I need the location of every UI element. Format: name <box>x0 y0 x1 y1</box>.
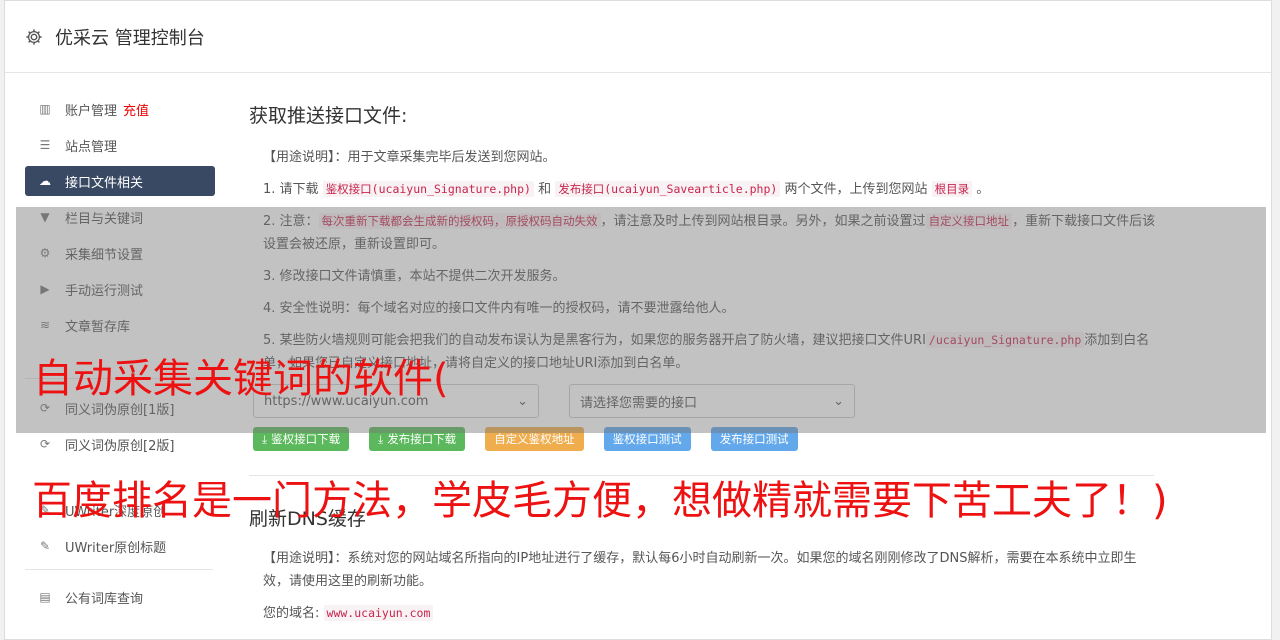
domain-label: 您的域名: <box>263 606 320 621</box>
sidebar-item-label: 公有词库查询 <box>65 591 144 607</box>
sidebar-item-label: 同义词伪原创[2版] <box>65 438 175 454</box>
refresh-icon: ⟳ <box>39 437 51 451</box>
sidebar-divider <box>25 569 213 570</box>
edit-icon: ✎ <box>39 539 51 553</box>
sidebar-item-collect-settings[interactable]: ⚙ 采集细节设置 <box>25 238 215 268</box>
usage-note: 【用途说明】：用于文章采集完毕后发送到您网站。 <box>263 146 1159 169</box>
play-icon: ▶ <box>40 282 50 296</box>
sidebar-item-uwriter-title[interactable]: ✎ UWriter原创标题 <box>25 531 215 561</box>
button-label: 发布接口测试 <box>719 432 789 446</box>
header: 优采云 管理控制台 <box>5 1 1271 73</box>
gear-icon <box>26 28 42 45</box>
sidebar-item-label: 接口文件相关 <box>65 175 144 191</box>
sidebar-item-label: 文章暂存库 <box>65 319 131 335</box>
step-2: 2. 注意： 每次重新下载都会生成新的授权码，原授权码自动失效 ，请注意及时上传到网… <box>263 210 1159 256</box>
book-icon: ▤ <box>39 590 51 604</box>
sidebar-item-api-files[interactable]: ☁ 接口文件相关 <box>25 166 215 196</box>
download-icon: ⤓ <box>378 431 384 446</box>
cloud-upload-icon: ☁ <box>39 174 51 188</box>
usage-text: ：系统对您的网站域名所指向的IP地址进行了缓存，默认每6小时自动刷新一次。如果您… <box>263 551 1137 589</box>
sidebar-item-label: 栏目与关键词 <box>65 211 144 227</box>
dns-usage-note: 【用途说明】：系统对您的网站域名所指向的IP地址进行了缓存，默认每6小时自动刷新… <box>263 547 1159 593</box>
chevron-down-icon: ⌄ <box>833 393 844 409</box>
button-row: ⤓ 鉴权接口下载 ⤓ 发布接口下载 自定义鉴权地址 鉴权接口测试 发布接口测试 <box>253 427 1159 451</box>
step-text: 1. 请下载 <box>263 182 319 197</box>
button-label: 鉴权接口下载 <box>271 432 341 446</box>
section-title-api-files: 获取推送接口文件: <box>249 105 408 127</box>
button-label: 鉴权接口测试 <box>612 432 682 446</box>
button-label: 自定义鉴权地址 <box>494 432 575 446</box>
download-icon: ⤓ <box>262 431 268 446</box>
sidebar-item-columns-keywords[interactable]: ▼ 栏目与关键词 <box>25 202 215 232</box>
step-text: 2. 注意： <box>263 214 319 229</box>
overlay-text-line1: 自动采集关键词的软件( <box>33 356 449 402</box>
sidebar-item-manual-run[interactable]: ▶ 手动运行测试 <box>25 274 215 304</box>
recharge-link[interactable]: 充值 <box>123 100 149 119</box>
sidebar-item-label: 账户管理 <box>65 103 118 119</box>
custom-auth-button[interactable]: 自定义鉴权地址 <box>485 427 584 451</box>
console-panel: 优采云 管理控制台 ▥ 账户管理 充值 ☰ 站点管理 ☁ 接口文件相关 ▼ 栏目… <box>4 0 1272 640</box>
cogs-icon: ⚙ <box>39 246 51 260</box>
step-3: 3. 修改接口文件请慎重，本站不提供二次开发服务。 <box>263 269 566 284</box>
server-icon: ☰ <box>39 138 51 152</box>
test-publish-button[interactable]: 发布接口测试 <box>710 427 798 451</box>
chevron-down-icon: ⌄ <box>517 393 528 409</box>
step-text: 两个文件，上传到您网站 <box>784 182 928 197</box>
warning-code: 每次重新下载都会生成新的授权码，原授权码自动失效 <box>318 213 601 229</box>
sidebar-item-public-dictionary[interactable]: ▤ 公有词库查询 <box>25 582 215 612</box>
usage-label: 【用途说明】 <box>263 150 335 165</box>
publish-file-code: 发布接口(ucaiyun_Savearticle.php) <box>555 181 781 197</box>
database-icon: ≋ <box>39 318 51 332</box>
sidebar-item-article-store[interactable]: ≋ 文章暂存库 <box>25 310 215 340</box>
download-publish-button[interactable]: ⤓ 发布接口下载 <box>369 427 466 451</box>
custom-api-code: 自定义接口地址 <box>925 213 1013 229</box>
step-text: 。 <box>976 182 990 197</box>
sidebar-item-label: UWriter原创标题 <box>65 540 167 556</box>
domain-value: www.ucaiyun.com <box>323 605 434 621</box>
sidebar-item-sites[interactable]: ☰ 站点管理 <box>25 130 215 160</box>
step-1: 1. 请下载 鉴权接口(ucaiyun_Signature.php) 和 发布接… <box>263 178 1159 201</box>
signature-uri-code: /ucaiyun_Signature.php <box>925 332 1085 348</box>
overlay-text-line2: 百度排名是一门方法，学皮毛方便，想做精就需要下苦工夫了！) <box>32 478 1168 524</box>
auth-file-code: 鉴权接口(ucaiyun_Signature.php) <box>322 181 534 197</box>
sidebar-item-account[interactable]: ▥ 账户管理 充值 <box>25 94 215 124</box>
usage-label: 【用途说明】 <box>263 551 335 566</box>
step-text: 和 <box>538 182 552 197</box>
button-label: 发布接口下载 <box>387 432 457 446</box>
step-4: 4. 安全性说明：每个域名对应的接口文件内有唯一的授权码，请不要泄露给他人。 <box>263 301 735 316</box>
sidebar-item-synonym-v2[interactable]: ⟳ 同义词伪原创[2版] <box>25 429 215 459</box>
sidebar-item-label: 站点管理 <box>65 139 118 155</box>
domain-row: 您的域名: www.ucaiyun.com <box>263 602 1159 625</box>
sidebar-item-label: 手动运行测试 <box>65 283 144 299</box>
api-select-placeholder: 请选择您需要的接口 <box>580 395 698 411</box>
sidebar-item-label: 采集细节设置 <box>65 247 144 263</box>
test-auth-button[interactable]: 鉴权接口测试 <box>603 427 691 451</box>
bar-chart-icon: ▥ <box>39 102 51 116</box>
usage-text: ：用于文章采集完毕后发送到您网站。 <box>334 150 556 165</box>
filter-icon: ▼ <box>40 210 50 224</box>
api-select[interactable]: 请选择您需要的接口 ⌄ <box>569 384 855 418</box>
root-dir-code: 根目录 <box>931 181 973 197</box>
step-text: ，请注意及时上传到网站根目录。另外，如果之前设置过 <box>600 214 926 229</box>
download-auth-button[interactable]: ⤓ 鉴权接口下载 <box>253 427 350 451</box>
page-title: 优采云 管理控制台 <box>55 27 205 49</box>
